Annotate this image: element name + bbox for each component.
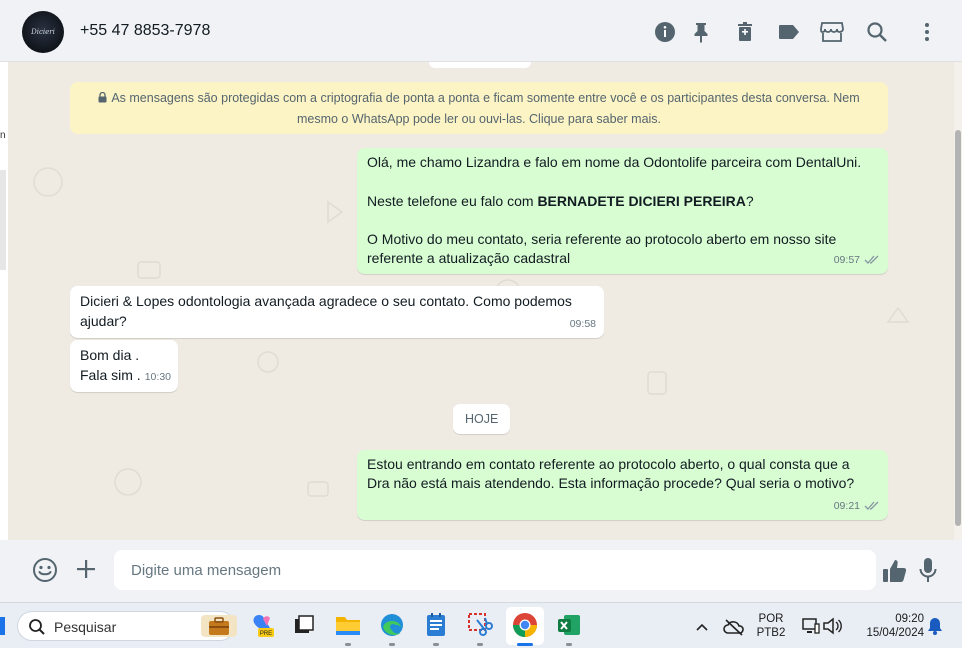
label-icon[interactable] xyxy=(777,20,801,44)
file-explorer-icon[interactable] xyxy=(334,611,362,639)
message-meta: 09:57 xyxy=(834,251,880,271)
double-check-icon xyxy=(864,255,879,265)
message-text-line: ajudar? xyxy=(80,313,127,329)
snipping-tool-icon[interactable] xyxy=(466,611,494,639)
start-button[interactable] xyxy=(0,617,5,635)
running-indicator xyxy=(477,643,483,646)
message-incoming[interactable]: Bom dia . Fala sim . 10:30 xyxy=(70,340,178,392)
store-icon[interactable] xyxy=(820,20,844,44)
day-separator: HOJE xyxy=(453,404,511,434)
background-window-edge: n xyxy=(0,62,8,602)
delete-icon[interactable] xyxy=(733,20,757,44)
message-outgoing[interactable]: Olá, me chamo Lizandra e falo em nome da… xyxy=(357,148,888,274)
message-meta: 09:58 xyxy=(570,315,596,335)
message-meta: 10:30 xyxy=(145,368,171,388)
clock-date: 15/04/2024 xyxy=(866,627,924,639)
task-view-icon[interactable] xyxy=(290,611,318,639)
message-text-line: referente a atualização cadastral xyxy=(367,250,571,266)
attach-plus-icon[interactable] xyxy=(74,557,98,581)
lock-icon xyxy=(98,89,107,109)
excel-icon[interactable] xyxy=(555,611,583,639)
cloud-sync-off-icon[interactable] xyxy=(720,613,748,641)
thumbs-up-icon[interactable] xyxy=(882,558,908,584)
volume-icon[interactable] xyxy=(818,612,846,640)
chat-header: Dicieri +55 47 8853-7978 xyxy=(0,0,962,62)
running-indicator xyxy=(566,643,572,646)
input-language-line1: POR xyxy=(758,613,784,625)
message-time: 09:58 xyxy=(569,317,596,330)
message-text-line: Olá, me chamo Lizandra e falo em nome da… xyxy=(367,154,862,170)
edge-icon[interactable] xyxy=(378,611,406,639)
contact-name[interactable]: +55 47 8853-7978 xyxy=(80,22,210,40)
more-icon[interactable] xyxy=(915,20,939,44)
microphone-icon[interactable] xyxy=(918,557,938,583)
message-time: 10:30 xyxy=(144,370,171,383)
message-input[interactable] xyxy=(114,550,876,590)
message-text-line: O Motivo do meu contato, seria referente… xyxy=(367,231,837,247)
message-text-line: Dra não está mais atendendo. Esta inform… xyxy=(367,475,855,491)
svg-text:PRE: PRE xyxy=(260,631,272,637)
message-time: 09:21 xyxy=(833,499,860,512)
message-text-line: Bom dia . xyxy=(80,347,140,363)
running-indicator xyxy=(345,643,351,646)
notification-bell-icon[interactable] xyxy=(922,612,948,640)
search-icon xyxy=(29,619,45,635)
message-text-line: Fala sim . xyxy=(80,367,141,383)
message-bold-name: BERNADETE DICIERI PEREIRA xyxy=(537,193,746,209)
running-indicator xyxy=(389,643,395,646)
search-icon[interactable] xyxy=(865,20,889,44)
message-text-line: Dicieri & Lopes odontologia avançada agr… xyxy=(80,293,572,309)
encryption-notice[interactable]: As mensagens são protegidas com a cripto… xyxy=(70,82,888,134)
chat-scrollbar-thumb[interactable] xyxy=(955,130,961,526)
encryption-notice-text: As mensagens são protegidas com a cripto… xyxy=(111,91,860,126)
emoji-icon[interactable] xyxy=(32,557,58,583)
taskbar-search[interactable]: Pesquisar xyxy=(17,611,237,641)
previous-date-chip xyxy=(429,62,531,68)
notepad-icon[interactable] xyxy=(422,611,450,639)
clock[interactable]: 09:20 15/04/2024 xyxy=(854,612,924,640)
pin-icon[interactable] xyxy=(689,20,713,44)
avatar[interactable]: Dicieri xyxy=(22,11,64,53)
avatar-logo: Dicieri xyxy=(31,28,55,36)
chrome-icon[interactable] xyxy=(511,611,539,639)
clock-time: 09:20 xyxy=(895,613,924,625)
info-icon[interactable] xyxy=(653,20,677,44)
taskbar-search-label: Pesquisar xyxy=(54,619,117,635)
running-indicator xyxy=(433,643,439,646)
input-language[interactable]: POR PTB2 xyxy=(754,612,788,640)
running-indicator-active xyxy=(517,643,533,646)
double-check-icon xyxy=(864,501,879,511)
message-time: 09:57 xyxy=(833,253,860,266)
windows-taskbar: Pesquisar PRE POR PTB2 09:20 15/04/2024 xyxy=(0,602,962,648)
background-window-glyph: n xyxy=(0,130,6,141)
message-incoming[interactable]: Dicieri & Lopes odontologia avançada agr… xyxy=(70,286,604,338)
message-outgoing[interactable]: Estou entrando em contato referente ao p… xyxy=(357,450,888,520)
background-window-panel xyxy=(0,170,6,270)
conversation-panel[interactable]: As mensagens são protegidas com a cripto… xyxy=(8,62,954,540)
copilot-icon[interactable]: PRE xyxy=(248,611,276,639)
input-language-line2: PTB2 xyxy=(756,627,786,639)
briefcase-icon xyxy=(201,615,237,637)
chevron-up-icon[interactable] xyxy=(688,613,716,641)
message-text-line: Estou entrando em contato referente ao p… xyxy=(367,456,850,472)
message-meta: 09:21 xyxy=(834,497,880,517)
message-text-line: Neste telefone eu falo com BERNADETE DIC… xyxy=(367,193,754,209)
